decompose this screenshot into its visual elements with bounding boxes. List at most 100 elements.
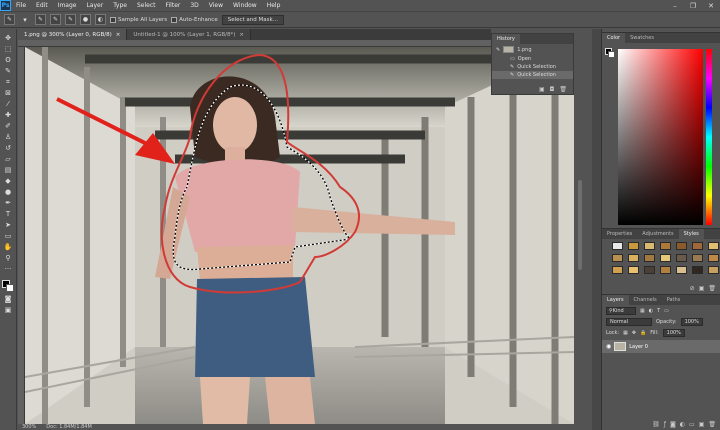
style-swatch[interactable] bbox=[692, 266, 703, 274]
menu-edit[interactable]: Edit bbox=[31, 2, 53, 9]
zoom-level[interactable]: 300% bbox=[22, 424, 36, 430]
history-item-quick-selection[interactable]: ✎ Quick Selection bbox=[492, 71, 573, 79]
lock-pixels-icon[interactable]: ▦ bbox=[623, 330, 628, 336]
history-item-open[interactable]: ▭ Open bbox=[492, 55, 573, 63]
dodge-tool-icon[interactable]: ● bbox=[2, 187, 14, 197]
vertical-ruler[interactable] bbox=[18, 47, 25, 424]
link-icon[interactable]: ⛓ bbox=[652, 421, 660, 428]
style-swatch[interactable] bbox=[644, 242, 655, 250]
clone-stamp-icon[interactable]: ♙ bbox=[2, 132, 14, 142]
style-swatch[interactable] bbox=[628, 242, 639, 250]
menu-filter[interactable]: Filter bbox=[161, 2, 186, 9]
filter-adjust-icon[interactable]: ◐ bbox=[649, 308, 653, 314]
tab-swatches[interactable]: Swatches bbox=[625, 33, 659, 43]
brush-size-icon[interactable]: ● bbox=[80, 14, 91, 25]
chevron-down-icon[interactable]: ▾ bbox=[19, 15, 31, 25]
eraser-tool-icon[interactable]: ▱ bbox=[2, 154, 14, 164]
sample-all-layers-option[interactable]: Sample All Layers bbox=[110, 16, 167, 23]
new-selection-icon[interactable]: ✎ bbox=[35, 14, 46, 25]
auto-enhance-option[interactable]: Auto-Enhance bbox=[171, 16, 218, 23]
tab-paths[interactable]: Paths bbox=[662, 295, 686, 305]
style-swatch[interactable] bbox=[628, 266, 639, 274]
history-item-quick-selection[interactable]: ✎ Quick Selection bbox=[492, 63, 573, 71]
menu-help[interactable]: Help bbox=[262, 2, 286, 9]
history-snapshot[interactable]: ✎ 1.png bbox=[492, 44, 573, 55]
style-swatch[interactable] bbox=[676, 242, 687, 250]
filter-type-icon[interactable]: T bbox=[657, 308, 660, 314]
new-layer-icon[interactable]: ▣ bbox=[699, 421, 705, 428]
style-swatch[interactable] bbox=[612, 242, 623, 250]
crop-tool-icon[interactable]: ⌗ bbox=[2, 77, 14, 87]
layer-row[interactable]: ◉ Layer 0 bbox=[602, 340, 720, 353]
style-swatch[interactable] bbox=[612, 266, 623, 274]
tab-channels[interactable]: Channels bbox=[629, 295, 662, 305]
trash-icon[interactable]: 🗑 bbox=[708, 285, 716, 292]
blend-mode-select[interactable]: Normal bbox=[606, 317, 652, 326]
tab-history[interactable]: History bbox=[492, 34, 520, 44]
sample-all-layers-checkbox[interactable] bbox=[110, 16, 116, 23]
camera-icon[interactable]: ◘ bbox=[550, 86, 555, 93]
shape-tool-icon[interactable]: ▭ bbox=[2, 231, 14, 241]
mask-icon[interactable]: ◙ bbox=[670, 421, 676, 428]
style-swatch[interactable] bbox=[676, 266, 687, 274]
brush-angle-icon[interactable]: ◐ bbox=[95, 14, 106, 25]
new-document-icon[interactable]: ▣ bbox=[539, 86, 545, 93]
gradient-tool-icon[interactable]: ▤ bbox=[2, 165, 14, 175]
close-icon[interactable]: × bbox=[239, 32, 244, 38]
style-swatch[interactable] bbox=[660, 242, 671, 250]
style-swatch[interactable] bbox=[660, 254, 671, 262]
marquee-tool-icon[interactable]: ⬚ bbox=[2, 44, 14, 54]
opacity-input[interactable]: 100% bbox=[680, 317, 703, 326]
move-tool-icon[interactable]: ✥ bbox=[2, 33, 14, 43]
tab-properties[interactable]: Properties bbox=[602, 229, 637, 239]
filter-pixel-icon[interactable]: ▦ bbox=[640, 308, 645, 314]
style-swatch[interactable] bbox=[708, 242, 719, 250]
hand-tool-icon[interactable]: ✋ bbox=[2, 242, 14, 252]
eyedropper-tool-icon[interactable]: ⁄ bbox=[2, 99, 14, 109]
foreground-background-colors[interactable] bbox=[1, 279, 15, 293]
menu-3d[interactable]: 3D bbox=[185, 2, 203, 9]
style-swatch[interactable] bbox=[692, 254, 703, 262]
tab-color[interactable]: Color bbox=[602, 33, 626, 43]
style-swatch[interactable] bbox=[628, 254, 639, 262]
fx-icon[interactable]: ƒ bbox=[664, 421, 666, 428]
path-selection-icon[interactable]: ➤ bbox=[2, 220, 14, 230]
close-icon[interactable]: × bbox=[116, 32, 121, 38]
style-swatch[interactable] bbox=[644, 254, 655, 262]
lock-all-icon[interactable]: 🔒 bbox=[640, 330, 646, 336]
menu-layer[interactable]: Layer bbox=[81, 2, 108, 9]
lasso-tool-icon[interactable]: ʘ bbox=[2, 55, 14, 65]
minimize-button[interactable]: – bbox=[666, 0, 684, 11]
vertical-scrollbar[interactable] bbox=[574, 40, 592, 430]
hue-slider[interactable] bbox=[706, 49, 712, 225]
trash-icon[interactable]: 🗑 bbox=[708, 421, 716, 428]
screen-mode-icon[interactable]: ▣ bbox=[2, 305, 14, 315]
auto-enhance-checkbox[interactable] bbox=[171, 16, 178, 23]
menu-image[interactable]: Image bbox=[53, 2, 82, 9]
history-brush-icon[interactable]: ↺ bbox=[2, 143, 14, 153]
style-swatch[interactable] bbox=[676, 254, 687, 262]
menu-window[interactable]: Window bbox=[228, 2, 262, 9]
background-swatch[interactable] bbox=[608, 51, 615, 58]
menu-view[interactable]: View bbox=[204, 2, 228, 9]
blur-tool-icon[interactable]: ◆ bbox=[2, 176, 14, 186]
add-to-selection-icon[interactable]: ✎ bbox=[50, 14, 61, 25]
quick-selection-tool-icon[interactable]: ✎ bbox=[2, 66, 14, 76]
subtract-selection-icon[interactable]: ✎ bbox=[65, 14, 76, 25]
quick-selection-tool-icon[interactable]: ✎ bbox=[4, 14, 15, 25]
layer-kind-filter[interactable]: ⚲ Kind bbox=[606, 306, 636, 315]
tab-layers[interactable]: Layers bbox=[602, 295, 629, 305]
tab-styles[interactable]: Styles bbox=[678, 229, 704, 239]
maximize-button[interactable]: ❐ bbox=[684, 0, 702, 11]
style-swatch[interactable] bbox=[612, 254, 623, 262]
history-brush-source-icon[interactable]: ✎ bbox=[496, 47, 500, 53]
background-color[interactable] bbox=[6, 284, 14, 292]
frame-tool-icon[interactable]: ⊠ bbox=[2, 88, 14, 98]
clear-style-icon[interactable]: ⊘ bbox=[690, 285, 695, 292]
style-swatch[interactable] bbox=[708, 254, 719, 262]
tab-document-1[interactable]: 1.png @ 300% (Layer 0, RGB/8) × bbox=[18, 29, 128, 40]
tab-adjustments[interactable]: Adjustments bbox=[637, 229, 678, 239]
type-tool-icon[interactable]: T bbox=[2, 209, 14, 219]
quick-mask-icon[interactable]: ◙ bbox=[2, 294, 14, 304]
style-swatch[interactable] bbox=[708, 266, 719, 274]
